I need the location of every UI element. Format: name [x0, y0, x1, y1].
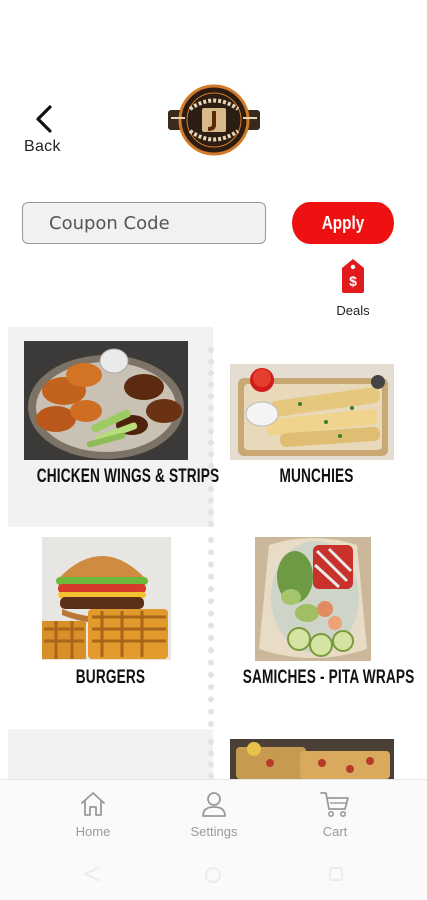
system-back-icon[interactable]: [82, 866, 102, 882]
system-home-icon[interactable]: [204, 866, 222, 884]
category-munchies[interactable]: MUNCHIES: [214, 327, 419, 527]
home-icon: [81, 792, 105, 816]
chevron-left-icon: [36, 105, 52, 133]
back-label: Back: [24, 138, 61, 155]
price-tag-icon: $: [342, 259, 364, 293]
category-chicken-wings[interactable]: CHICKEN WINGS & STRIPS: [8, 327, 220, 527]
category-partial[interactable]: [8, 729, 213, 779]
system-navigation: [0, 860, 427, 890]
category-label: MUNCHIES: [279, 466, 354, 487]
restaurant-logo: [168, 84, 260, 156]
nav-settings[interactable]: Settings: [174, 790, 254, 850]
munchies-image: [230, 364, 394, 460]
user-icon: [202, 792, 226, 817]
pizza-image: [230, 739, 394, 779]
deals-label: Deals: [336, 303, 370, 318]
back-button[interactable]: Back: [22, 100, 70, 156]
nav-cart-label: Cart: [322, 824, 348, 839]
category-label: SAMICHES - PITA WRAPS: [242, 667, 415, 688]
apply-button[interactable]: Apply: [292, 202, 394, 244]
deals-button[interactable]: $ Deals: [330, 258, 376, 320]
nav-settings-label: Settings: [190, 824, 238, 839]
coupon-code-input[interactable]: [22, 202, 266, 244]
pita-wraps-image: [255, 537, 371, 661]
category-label: BURGERS: [75, 667, 146, 688]
cart-icon: [320, 792, 349, 817]
category-partial[interactable]: [214, 729, 419, 779]
category-burgers[interactable]: BURGERS: [8, 527, 213, 727]
system-recents-icon[interactable]: [328, 866, 344, 882]
grid-divider: [208, 347, 214, 527]
nav-cart[interactable]: Cart: [295, 790, 375, 850]
grid-divider: [208, 537, 214, 727]
category-grid: CHICKEN WINGS & STRIPS MUNCHIES BURGERS …: [8, 327, 419, 779]
grid-divider: [208, 739, 214, 779]
svg-text:$: $: [349, 273, 357, 289]
category-label: CHICKEN WINGS & STRIPS: [36, 466, 220, 487]
nav-home-label: Home: [75, 824, 111, 839]
nav-home[interactable]: Home: [53, 790, 133, 850]
chicken-wings-image: [24, 341, 188, 460]
category-samiches-pita-wraps[interactable]: SAMICHES - PITA WRAPS: [214, 527, 419, 727]
burgers-image: [42, 537, 171, 660]
